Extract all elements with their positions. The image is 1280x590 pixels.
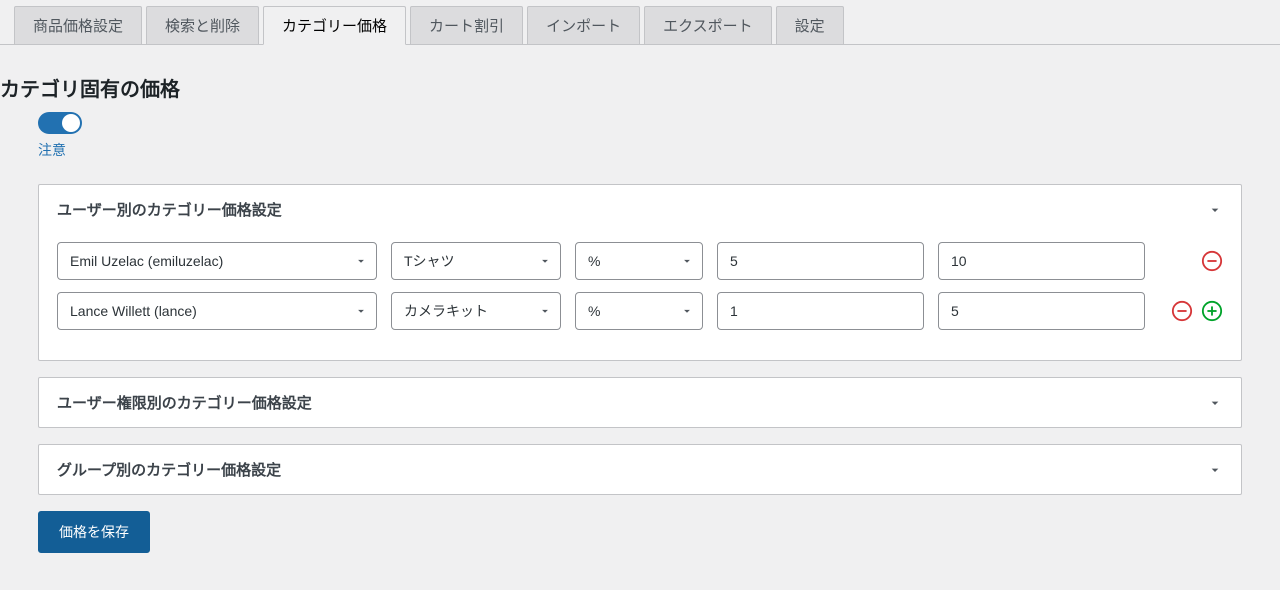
user-select-value: Lance Willett (lance): [70, 303, 197, 319]
chevron-down-icon: [680, 304, 694, 318]
tab-cart-discount[interactable]: カート割引: [410, 6, 523, 44]
price-row: Lance Willett (lance) カメラキット %: [57, 292, 1223, 330]
chevron-down-icon: [1207, 395, 1223, 411]
chevron-down-icon: [538, 304, 552, 318]
panel-header-by-role[interactable]: ユーザー権限別のカテゴリー価格設定: [39, 378, 1241, 427]
toggle-knob: [62, 114, 80, 132]
panel-title: ユーザー権限別のカテゴリー価格設定: [57, 392, 312, 413]
add-row-button[interactable]: [1201, 300, 1223, 322]
tab-product-pricing[interactable]: 商品価格設定: [14, 6, 142, 44]
value1-input[interactable]: [717, 242, 924, 280]
chevron-down-icon: [354, 254, 368, 268]
tab-import[interactable]: インポート: [527, 6, 640, 44]
panel-title: ユーザー別のカテゴリー価格設定: [57, 199, 282, 220]
page-title: カテゴリ固有の価格: [0, 73, 1280, 102]
save-button[interactable]: 価格を保存: [38, 511, 150, 553]
note-link[interactable]: 注意: [38, 140, 66, 160]
unit-select[interactable]: %: [575, 292, 703, 330]
unit-select-value: %: [588, 303, 600, 319]
user-select[interactable]: Emil Uzelac (emiluzelac): [57, 242, 377, 280]
panel-by-role: ユーザー権限別のカテゴリー価格設定: [38, 377, 1242, 428]
tab-settings[interactable]: 設定: [776, 6, 844, 44]
user-select[interactable]: Lance Willett (lance): [57, 292, 377, 330]
unit-select-value: %: [588, 253, 600, 269]
panel-body-by-user: Emil Uzelac (emiluzelac) Tシャツ %: [39, 234, 1241, 360]
category-select[interactable]: Tシャツ: [391, 242, 561, 280]
panel-header-by-group[interactable]: グループ別のカテゴリー価格設定: [39, 445, 1241, 494]
category-select-value: カメラキット: [404, 301, 488, 321]
tab-export[interactable]: エクスポート: [644, 6, 772, 44]
chevron-down-icon: [354, 304, 368, 318]
tabs-bar: 商品価格設定 検索と削除 カテゴリー価格 カート割引 インポート エクスポート …: [0, 0, 1280, 45]
value2-input[interactable]: [938, 242, 1145, 280]
remove-row-button[interactable]: [1171, 300, 1193, 322]
category-select-value: Tシャツ: [404, 251, 455, 271]
user-select-value: Emil Uzelac (emiluzelac): [70, 253, 223, 269]
category-select[interactable]: カメラキット: [391, 292, 561, 330]
chevron-down-icon: [680, 254, 694, 268]
chevron-down-icon: [538, 254, 552, 268]
tab-search-delete[interactable]: 検索と削除: [146, 6, 259, 44]
unit-select[interactable]: %: [575, 242, 703, 280]
panel-header-by-user[interactable]: ユーザー別のカテゴリー価格設定: [39, 185, 1241, 234]
chevron-down-icon: [1207, 462, 1223, 478]
enable-toggle[interactable]: [38, 112, 82, 134]
value2-input[interactable]: [938, 292, 1145, 330]
panel-by-user: ユーザー別のカテゴリー価格設定 Emil Uzelac (emiluzelac)…: [38, 184, 1242, 361]
price-row: Emil Uzelac (emiluzelac) Tシャツ %: [57, 242, 1223, 280]
value1-input[interactable]: [717, 292, 924, 330]
panel-title: グループ別のカテゴリー価格設定: [57, 459, 281, 480]
tab-category-pricing[interactable]: カテゴリー価格: [263, 6, 406, 45]
remove-row-button[interactable]: [1201, 250, 1223, 272]
chevron-down-icon: [1207, 202, 1223, 218]
panel-by-group: グループ別のカテゴリー価格設定: [38, 444, 1242, 495]
